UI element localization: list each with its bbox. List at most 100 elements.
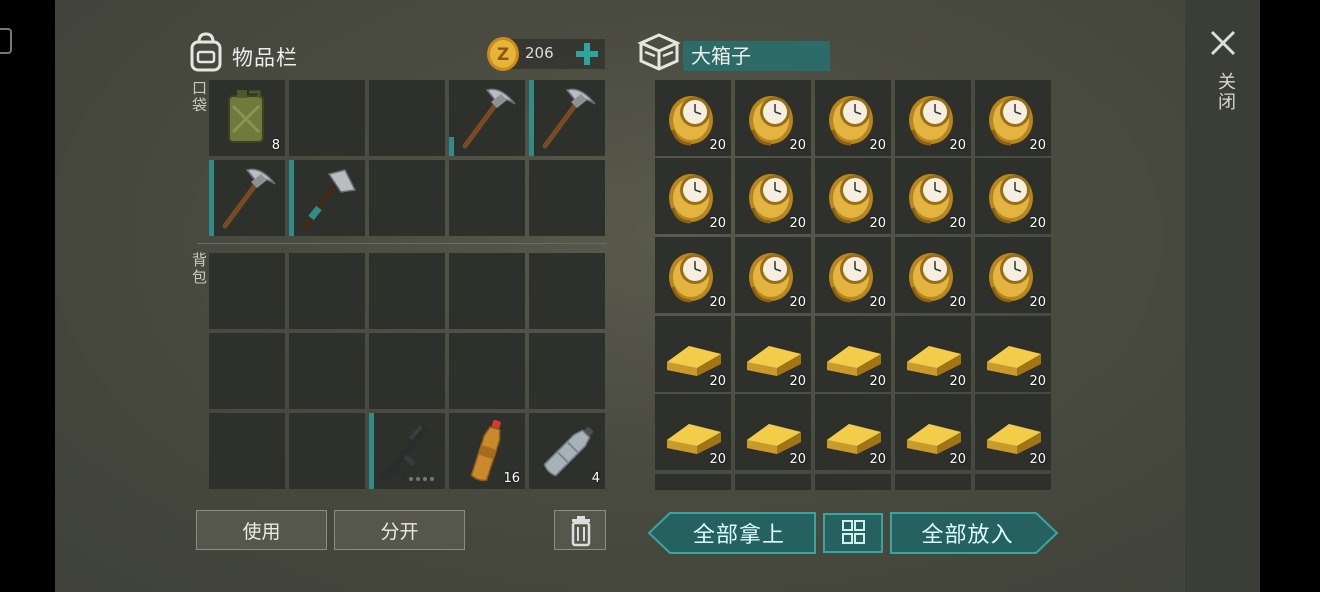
use-button[interactable]: 使用 [196,510,327,550]
chest-slot-gold-bar[interactable]: 20 [735,394,811,470]
item-count: 20 [789,452,806,467]
item-count: 20 [869,216,886,231]
close-label[interactable]: 关闭 [1212,72,1238,112]
put-all-button[interactable]: 全部放入 [890,512,1059,554]
chest-slot-gold-bar[interactable]: 20 [655,394,731,470]
chest-slot-partial[interactable] [655,474,731,490]
section-divider [197,243,607,244]
close-icon[interactable] [1208,28,1238,58]
chest-slot-gold-bar[interactable]: 20 [655,316,731,392]
pickaxe-icon [462,88,516,149]
backpack-slot-empty[interactable] [209,413,285,489]
backpack-slot-assault-rifle[interactable] [369,413,445,489]
chest-slot-gold-bar[interactable]: 20 [975,316,1051,392]
trash-icon [571,516,591,547]
chest-slot-gold-watch[interactable]: 20 [975,158,1051,234]
pocket-slot-pickaxe[interactable] [209,160,285,236]
chest-slot-gold-bar[interactable]: 20 [975,394,1051,470]
pocket-slot-empty[interactable] [529,160,605,236]
pocket-slot-pickaxe[interactable] [529,80,605,156]
item-count: 20 [789,216,806,231]
item-count: 20 [949,452,966,467]
split-button[interactable]: 分开 [334,510,465,550]
item-count: 20 [1029,138,1046,153]
sort-button[interactable] [823,513,883,553]
backpack-slot-empty[interactable] [289,413,365,489]
backpack-slot-empty[interactable] [449,333,525,409]
chest-slot-gold-watch[interactable]: 20 [815,237,891,313]
durability-bar [529,80,534,156]
chest-slot-gold-watch[interactable]: 20 [735,237,811,313]
item-count: 8 [271,138,280,153]
pocket-slot-pickaxe[interactable] [449,80,525,156]
chest-slot-gold-watch[interactable]: 20 [655,237,731,313]
backpack-slot-soda-bottle[interactable]: 16 [449,413,525,489]
pocket-slot-empty[interactable] [449,160,525,236]
chest-slot-partial[interactable] [975,474,1051,490]
chest-slot-gold-watch[interactable]: 20 [895,237,971,313]
chest-slot-gold-watch[interactable]: 20 [895,158,971,234]
pocket-slot-empty[interactable] [369,160,445,236]
item-count: 4 [591,471,600,486]
chest-slot-gold-watch[interactable]: 20 [975,80,1051,156]
durability-bar [369,413,374,489]
grid-sort-icon [842,520,865,544]
backpack-slot-empty[interactable] [369,333,445,409]
hatchet-icon [302,169,357,229]
chest-title: 大箱子 [683,41,830,71]
pocket-slot-jerry-can[interactable]: 8 [209,80,285,156]
backpack-slot-empty[interactable] [209,253,285,329]
chest-slot-gold-bar[interactable]: 20 [895,316,971,392]
chest-slot-partial[interactable] [895,474,971,490]
backpack-icon [190,32,222,72]
backpack-slot-empty[interactable] [289,333,365,409]
chest-slot-gold-bar[interactable]: 20 [815,394,891,470]
chest-slot-gold-watch[interactable]: 20 [655,80,731,156]
chest-slot-gold-bar[interactable]: 20 [735,316,811,392]
add-coins-icon[interactable] [574,41,600,67]
item-count: 20 [869,374,886,389]
pocket-slot-empty[interactable] [289,80,365,156]
backpack-slot-empty[interactable] [209,333,285,409]
item-count: 20 [869,295,886,310]
chest-slot-gold-watch[interactable]: 20 [815,80,891,156]
item-count: 20 [1029,452,1046,467]
chest-slot-partial[interactable] [815,474,891,490]
inventory-title: 物品栏 [232,46,298,70]
item-count: 20 [709,374,726,389]
item-count: 20 [709,295,726,310]
take-all-label: 全部拿上 [692,523,785,548]
chest-slot-gold-watch[interactable]: 20 [975,237,1051,313]
trash-button[interactable] [554,510,606,550]
take-all-button[interactable]: 全部拿上 [647,512,816,554]
chest-slot-gold-bar[interactable]: 20 [815,316,891,392]
item-count: 20 [949,295,966,310]
backpack-slot-empty[interactable] [529,333,605,409]
chest-slot-gold-watch[interactable]: 20 [815,158,891,234]
durability-bar [449,137,454,156]
item-count: 20 [709,216,726,231]
pocket-slot-empty[interactable] [369,80,445,156]
chest-slot-gold-watch[interactable]: 20 [735,158,811,234]
chest-slot-gold-bar[interactable]: 20 [895,394,971,470]
svg-text:Z: Z [497,45,509,65]
pockets-label: 口袋 [190,80,208,114]
chest-slot-gold-watch[interactable]: 20 [655,158,731,234]
pickaxe-icon [542,88,596,149]
durability-bar [209,160,214,236]
item-count: 20 [709,138,726,153]
chest-slot-gold-watch[interactable]: 20 [735,80,811,156]
backpack-slot-empty[interactable] [289,253,365,329]
chest-slot-partial[interactable] [735,474,811,490]
item-count: 20 [1029,374,1046,389]
backpack-slot-empty[interactable] [529,253,605,329]
item-count: 20 [1029,295,1046,310]
item-count: 20 [869,452,886,467]
item-count: 20 [949,216,966,231]
item-count: 20 [1029,216,1046,231]
backpack-slot-empty[interactable] [449,253,525,329]
backpack-slot-water-bottle[interactable]: 4 [529,413,605,489]
backpack-slot-empty[interactable] [369,253,445,329]
chest-slot-gold-watch[interactable]: 20 [895,80,971,156]
pocket-slot-hatchet[interactable] [289,160,365,236]
